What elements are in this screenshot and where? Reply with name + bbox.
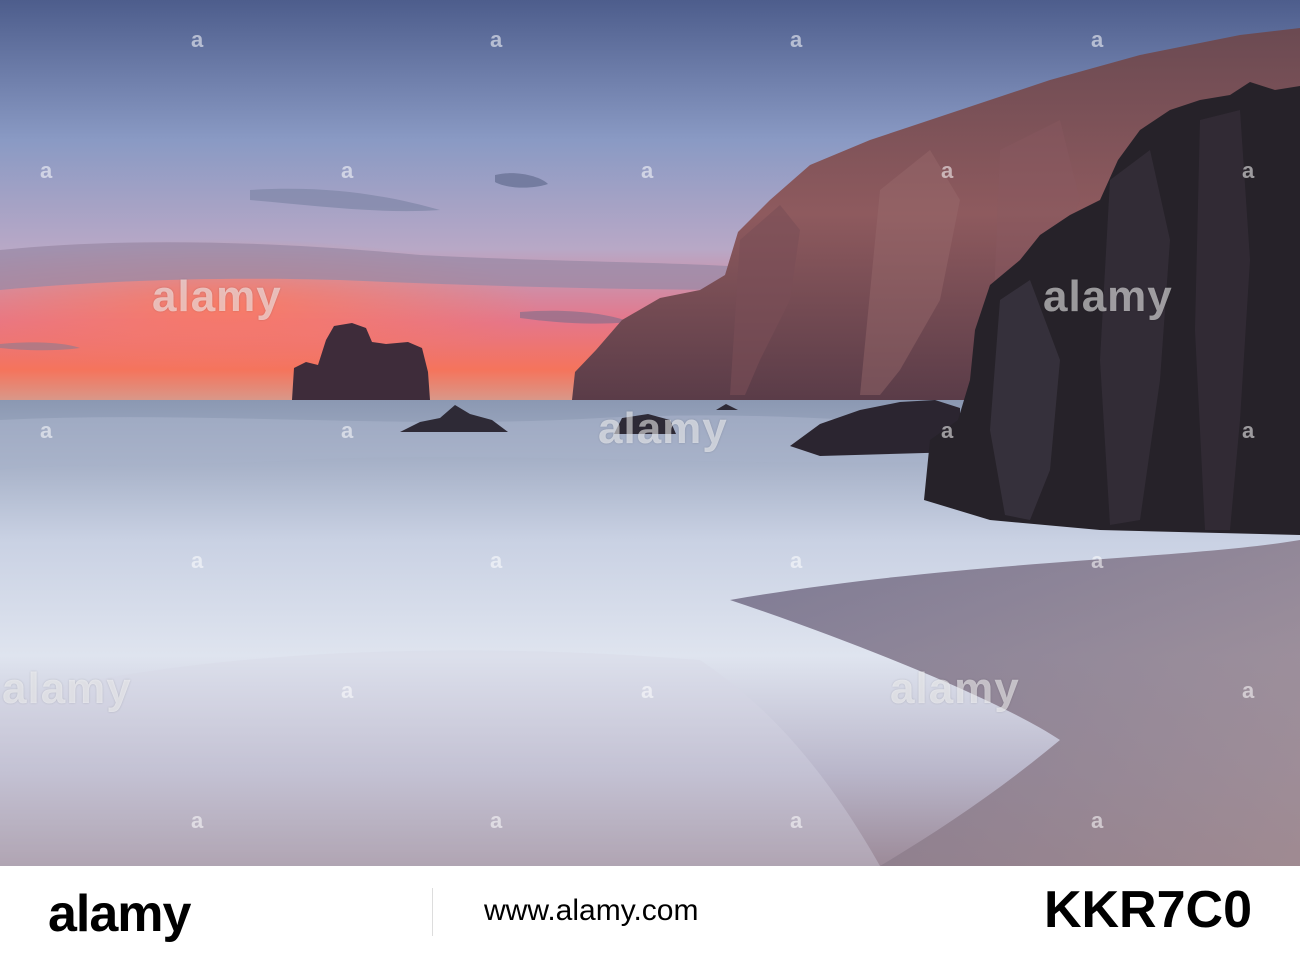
watermark-letter: a [1242,678,1256,703]
footer-divider [432,888,433,936]
watermark-letter: a [341,158,355,183]
watermark-letter: a [790,548,804,573]
watermark-letter: a [191,548,205,573]
watermark-letter: a [790,808,804,833]
image-id: KKR7C0 [1043,881,1252,939]
watermark-letter: a [40,418,54,443]
watermark-letter: a [1242,418,1256,443]
watermark-letter: a [941,158,955,183]
watermark-letter: a [1242,158,1256,183]
footer-url: www.alamy.com [484,894,699,927]
watermark-brand: alamy [2,664,132,713]
watermark-letter: a [1091,548,1105,573]
watermark-letter: a [790,27,804,52]
alamy-logo: alamy [48,885,191,943]
footer-bar: alamy www.alamy.com KKR7C0 [0,866,1300,956]
watermark-letter: a [641,678,655,703]
watermark-letter: a [1091,27,1105,52]
watermark-brand: alamy [598,404,728,453]
watermark-letter: a [191,808,205,833]
watermark-letter: a [490,548,504,573]
watermark-letter: a [341,678,355,703]
seascape-photo: a a a a a a a a a alamy alamy a a alamy … [0,0,1300,866]
watermark-brand: alamy [1043,272,1173,321]
watermark-letter: a [40,158,54,183]
watermark-letter: a [490,808,504,833]
watermark-letter: a [1091,808,1105,833]
watermark-letter: a [490,27,504,52]
watermark-letter: a [941,418,955,443]
watermark-letter: a [641,158,655,183]
watermark-brand: alamy [890,664,1020,713]
watermark-letter: a [191,27,205,52]
watermark-letter: a [341,418,355,443]
watermark-brand: alamy [152,272,282,321]
